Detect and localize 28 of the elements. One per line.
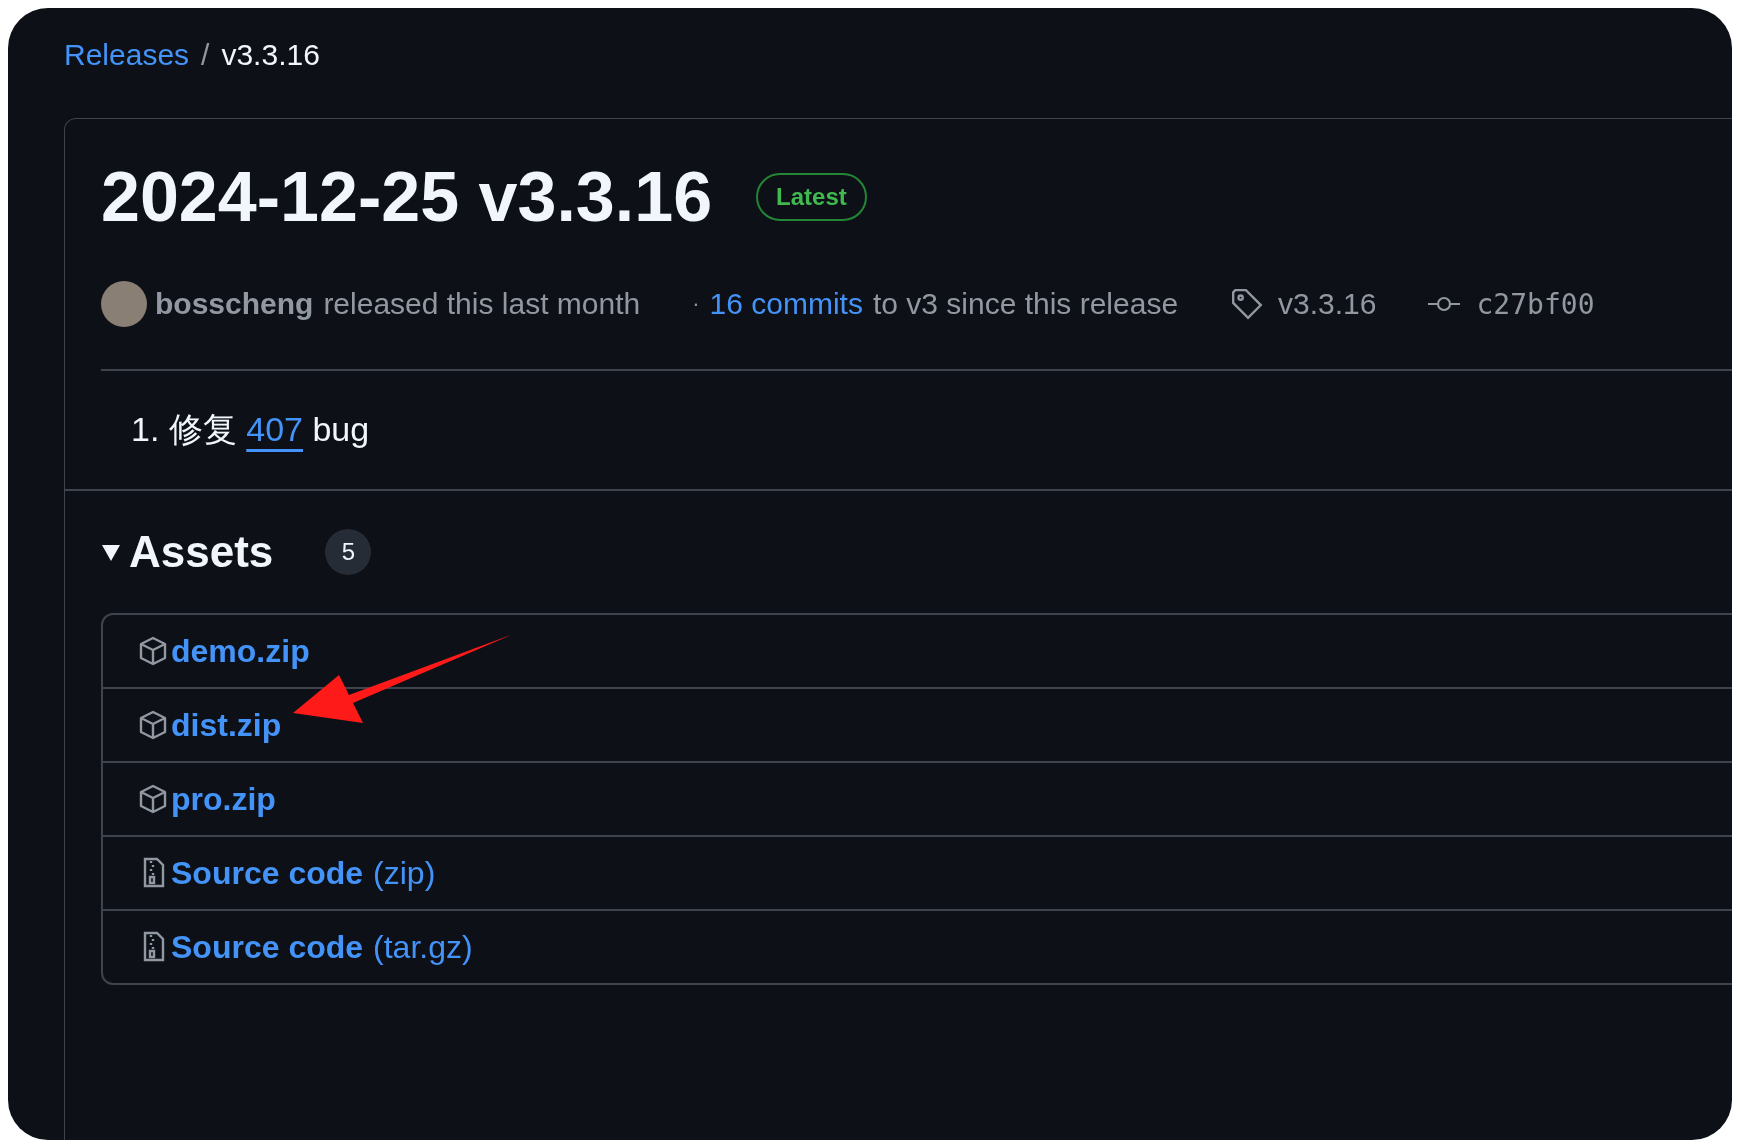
asset-link[interactable]: Source code (tar.gz) (171, 928, 473, 966)
asset-link[interactable]: pro.zip (171, 780, 276, 818)
commits-text: to v3 since this release (872, 287, 1179, 321)
asset-link[interactable]: Source code (zip) (171, 854, 436, 892)
asset-link[interactable]: dist.zip (171, 706, 282, 744)
latest-badge: Latest (756, 173, 867, 221)
releases-link[interactable]: Releases (64, 38, 190, 72)
asset-link[interactable]: demo.zip (171, 632, 310, 670)
breadcrumb-separator: / (201, 38, 210, 72)
release-note: 1. 修复 407 bug (131, 409, 371, 450)
author-name[interactable]: bosscheng (155, 287, 314, 321)
issue-link[interactable]: 407 (246, 410, 303, 448)
commits-link[interactable]: 16 commits (709, 287, 863, 321)
package-icon (137, 709, 169, 741)
asset-count: 5 (325, 529, 372, 575)
commit-icon (1426, 294, 1461, 314)
commit-hash[interactable]: c27bf00 (1476, 287, 1595, 321)
bullet: · (692, 291, 700, 317)
avatar (101, 281, 147, 327)
released-text: released this last month (323, 287, 641, 321)
caret-icon[interactable] (101, 542, 121, 562)
release-title: 2024-12-25 v3.3.16 (101, 157, 713, 237)
assets-title[interactable]: Assets (129, 527, 274, 577)
tag-name[interactable]: v3.3.16 (1278, 287, 1377, 321)
package-icon (137, 635, 169, 667)
tag-icon (1230, 287, 1265, 321)
package-icon (137, 783, 169, 815)
breadcrumb-current: v3.3.16 (221, 38, 320, 72)
